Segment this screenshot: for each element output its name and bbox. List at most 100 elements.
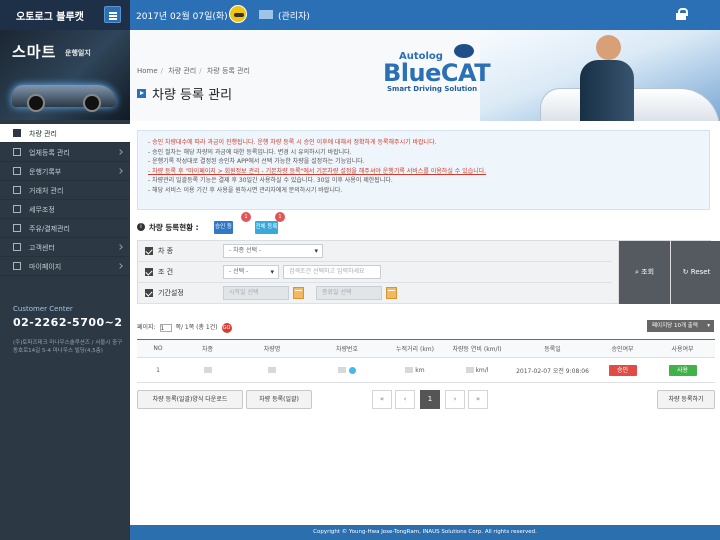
approved-count-badge: 1 bbox=[241, 212, 251, 222]
redacted-text bbox=[338, 367, 346, 373]
sidebar-item-label: 주유/결제관리 bbox=[29, 225, 70, 233]
logo-subtitle: Smart Driving Solution bbox=[387, 85, 478, 93]
sidebar-item-label: 운행기록부 bbox=[29, 168, 62, 176]
gear-icon bbox=[13, 148, 21, 156]
registered-at-cell: 2017-02-07 오전 9:08:06 bbox=[510, 357, 595, 383]
menu-toggle-button[interactable] bbox=[104, 6, 121, 23]
download-template-button[interactable]: 차량 등록(일괄)양식 다운로드 bbox=[137, 390, 243, 409]
fuel-efficiency-cell: km/l bbox=[444, 357, 510, 383]
sidebar-item-fuel-payment[interactable]: 주유/결제관리 bbox=[0, 219, 130, 238]
reset-button-label: Reset bbox=[690, 268, 711, 276]
register-vehicle-button[interactable]: 차량 등록하기 bbox=[657, 390, 715, 409]
page-total: 쪽/ 1쪽 (총 1건) bbox=[175, 324, 218, 331]
redacted-text bbox=[203, 367, 212, 373]
last-page-button[interactable]: » bbox=[468, 390, 488, 409]
notice-line-link[interactable]: - 차량 등록 후 "마이페이지 > 회원정보 관리 - 기본차량 등록"에서 … bbox=[148, 167, 699, 177]
notice-line: - 승인 절차는 해당 차량의 과금에 대한 등록입니다. 변경 시 유의하시기… bbox=[148, 148, 352, 156]
page-number-input[interactable]: 1 bbox=[159, 323, 172, 332]
next-page-button[interactable]: › bbox=[445, 390, 465, 409]
reset-button[interactable]: ↻ Reset bbox=[670, 241, 720, 304]
vehicle-status-summary: i 차량 등록현황 : 승인 등록 1 전체 등록 1 bbox=[137, 212, 337, 243]
sidebar-item-driving-log[interactable]: 운행기록부 bbox=[0, 162, 130, 181]
sidebar-item-customer-center[interactable]: 고객센터 bbox=[0, 238, 130, 257]
table-header-vehicle-type: 차종 bbox=[179, 339, 236, 358]
menu-line-icon bbox=[109, 15, 117, 17]
filter-label: 차 종 bbox=[158, 247, 174, 255]
customer-center-address: (주)토파즈테크 마나우스솔루션즈 / 서울시 중구 동호로14길 5-4 마나… bbox=[13, 340, 123, 354]
menu-line-icon bbox=[109, 12, 117, 14]
breadcrumb-home-link[interactable]: Home bbox=[137, 67, 158, 75]
current-page-button[interactable]: 1 bbox=[420, 390, 440, 409]
condition-select[interactable]: - 선택 - bbox=[223, 265, 279, 279]
condition-search-input[interactable]: 검색조건 선택하고 입력하세요 bbox=[283, 265, 381, 279]
usage-badge[interactable]: 사용 bbox=[668, 364, 697, 376]
user-role: (관리자) bbox=[278, 12, 310, 22]
sidebar-item-label: 거래처 관리 bbox=[29, 187, 64, 195]
row-number: 1 bbox=[137, 357, 179, 383]
distance-cell: km bbox=[386, 357, 444, 383]
page-info-label: 페이지: bbox=[137, 324, 156, 331]
app-brand[interactable]: 오토로그 블루캣 bbox=[16, 8, 84, 23]
rows-per-page-select[interactable]: 페이지당 10개 출력 bbox=[647, 320, 714, 332]
redacted-text bbox=[268, 367, 276, 373]
checkbox-icon[interactable] bbox=[145, 289, 153, 297]
calendar-icon[interactable] bbox=[386, 287, 397, 299]
sidebar-item-company-management[interactable]: 업체등록 관리 bbox=[0, 143, 130, 162]
table-header-distance: 누적거리 (km) bbox=[386, 339, 444, 358]
notice-line: - 해당 서비스 이용 기간 후 사용을 원하시면 관리자에게 문의하시기 바랍… bbox=[148, 186, 343, 194]
table-header-registered-at: 등록일 bbox=[510, 339, 595, 358]
lock-icon[interactable] bbox=[676, 8, 688, 20]
sidebar-item-tax-adjustment[interactable]: 세무조정 bbox=[0, 200, 130, 219]
info-icon: i bbox=[137, 223, 145, 231]
vehicle-name-cell[interactable] bbox=[236, 357, 308, 383]
customer-center: Customer Center 02-2262-5700~2 (주)토파즈테크 … bbox=[13, 305, 123, 355]
breadcrumb: Home / 차량 관리 / 차량 등록 관리 bbox=[137, 67, 250, 75]
first-page-button[interactable]: « bbox=[372, 390, 392, 409]
sidebar-item-label: 마이페이지 bbox=[29, 263, 62, 271]
sidebar-item-my-page[interactable]: 마이페이지 bbox=[0, 257, 130, 276]
client-icon bbox=[13, 186, 21, 194]
bulk-register-button[interactable]: 차량 등록(일괄) bbox=[246, 390, 312, 409]
chevron-right-icon bbox=[117, 168, 123, 174]
business-person-head-image bbox=[596, 35, 621, 60]
business-person-image bbox=[580, 60, 634, 121]
approved-status-button[interactable]: 승인 등록 bbox=[214, 221, 233, 243]
calendar-icon[interactable] bbox=[293, 287, 304, 299]
table-header-vehicle-name: 차량명 bbox=[236, 339, 308, 358]
vehicle-type-cell bbox=[179, 357, 236, 383]
total-status-button[interactable]: 전체 등록 bbox=[255, 221, 278, 234]
page-title: 차량 등록 관리 bbox=[152, 88, 233, 103]
customer-center-phone[interactable]: 02-2262-5700~2 bbox=[13, 316, 123, 329]
sidebar-nav: 차량 관리 업체등록 관리 운행기록부 거래처 관리 세무조정 주유/결제관리 … bbox=[0, 124, 130, 276]
plate-info-icon[interactable] bbox=[349, 366, 356, 374]
chevron-right-icon bbox=[117, 263, 123, 269]
table-row[interactable]: 1 km km/l 2017-02-07 오전 9:08:06 승인 사용 bbox=[137, 357, 715, 383]
previous-page-button[interactable]: ‹ bbox=[395, 390, 415, 409]
filter-row-condition: 조 건 - 선택 - 검색조건 선택하고 입력하세요 bbox=[138, 262, 612, 283]
checkbox-icon[interactable] bbox=[145, 268, 153, 276]
user-avatar-icon[interactable] bbox=[229, 5, 247, 23]
plate-cell[interactable] bbox=[308, 357, 386, 383]
approval-badge[interactable]: 승인 bbox=[608, 364, 637, 376]
sidebar-promo-banner[interactable]: 스마트 운행일지 bbox=[0, 30, 130, 120]
promo-title: 스마트 bbox=[12, 43, 57, 61]
menu-line-icon bbox=[109, 18, 117, 20]
document-icon bbox=[13, 167, 21, 175]
brand-area: 오토로그 블루캣 bbox=[0, 0, 130, 30]
sidebar-item-client-management[interactable]: 거래처 관리 bbox=[0, 181, 130, 200]
search-button[interactable]: ⌕ 조회 bbox=[618, 241, 670, 304]
breadcrumb-section-link[interactable]: 차량 관리 bbox=[168, 67, 196, 75]
bluecat-logo-text: BlueCAT bbox=[383, 59, 491, 87]
customer-center-title: Customer Center bbox=[13, 305, 73, 313]
go-button[interactable]: GO bbox=[221, 322, 232, 333]
end-date-input[interactable]: 종료일 선택 bbox=[316, 286, 382, 300]
headset-icon bbox=[13, 243, 21, 251]
chevron-right-icon bbox=[117, 244, 123, 250]
table-header-fuel-efficiency: 차량등 연비 (km/l) bbox=[444, 339, 510, 358]
checkbox-icon[interactable] bbox=[145, 247, 153, 255]
sidebar-item-vehicle-management[interactable]: 차량 관리 bbox=[0, 124, 130, 143]
start-date-input[interactable]: 시작일 선택 bbox=[223, 286, 289, 300]
breadcrumb-current: 차량 등록 관리 bbox=[206, 67, 250, 75]
calculator-icon bbox=[13, 205, 21, 213]
vehicle-type-select[interactable]: - 차종 선택 - bbox=[223, 244, 323, 258]
